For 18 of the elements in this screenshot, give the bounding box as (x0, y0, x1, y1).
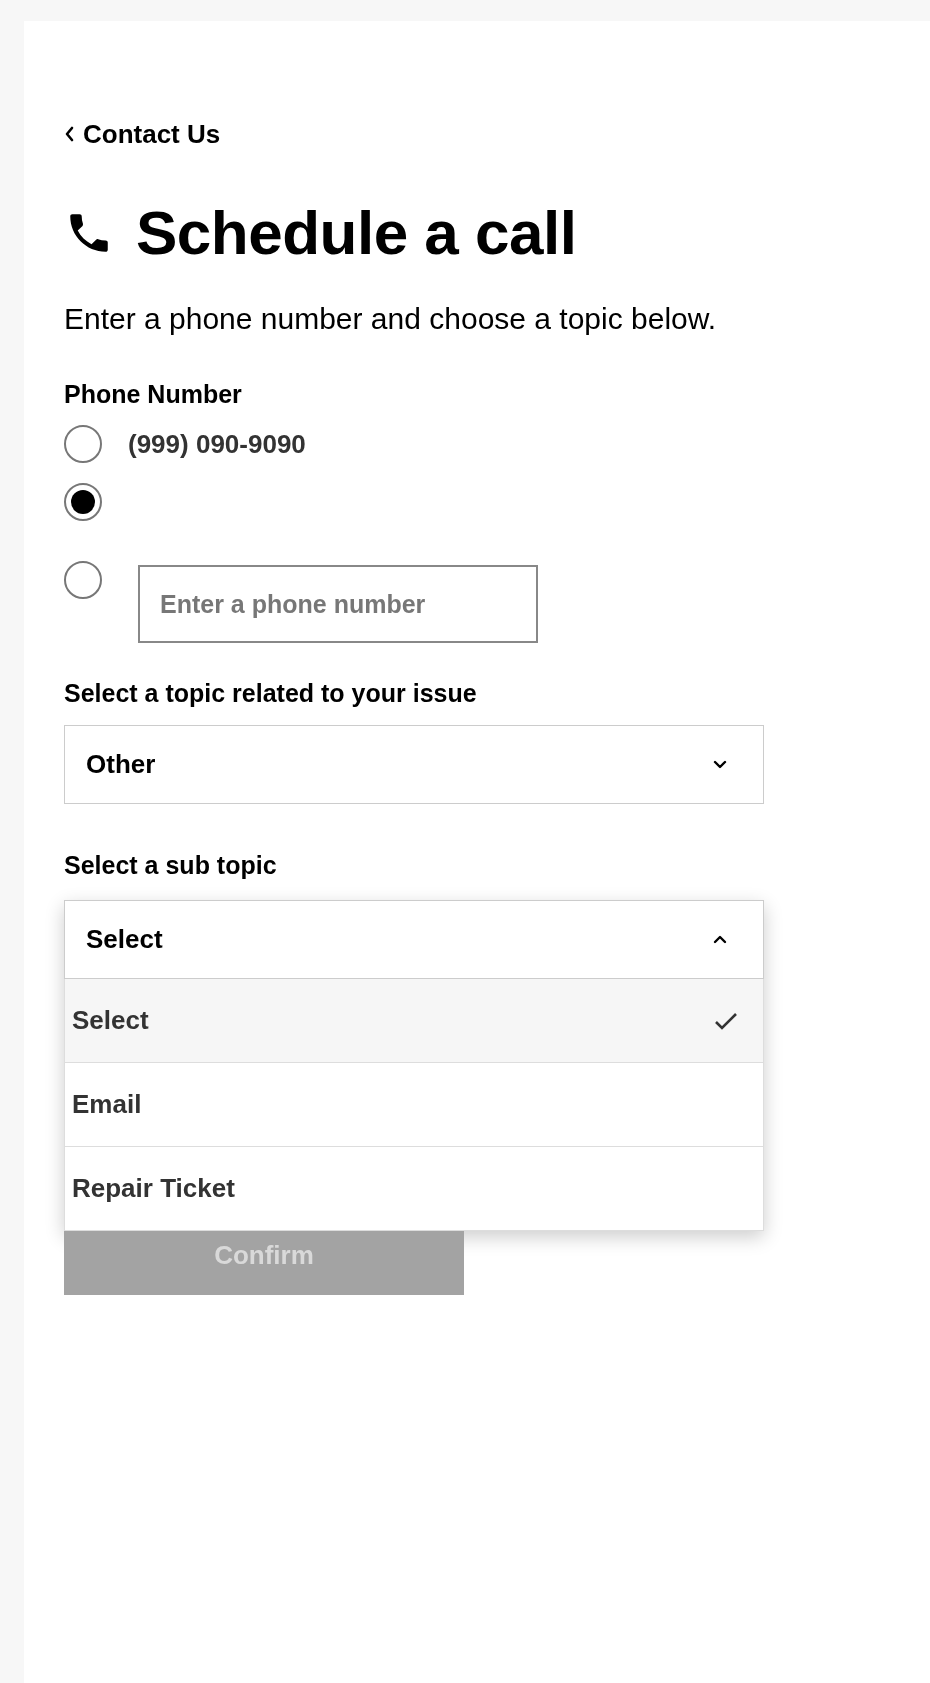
dropdown-option[interactable]: Repair Ticket (64, 1147, 764, 1231)
topic-select[interactable]: Other (64, 724, 764, 804)
radio-button[interactable] (64, 483, 102, 521)
field-label: Select a sub topic (64, 849, 278, 881)
phone-option-label[interactable]: (999) 090-9090 (128, 425, 306, 463)
radio-button[interactable] (64, 425, 102, 463)
radio-button[interactable] (64, 561, 102, 599)
field-label: Select a topic related to your issue (64, 678, 478, 709)
phone-input-field[interactable]: Enter a phone number (138, 565, 538, 643)
chevron-left-icon (64, 126, 75, 142)
field-label: Phone Number (64, 378, 243, 410)
checkmark-icon (714, 1010, 738, 1031)
chevron-up-icon (713, 933, 727, 946)
sub-topic-select[interactable]: Select (64, 900, 764, 979)
intro-text: Enter a phone number and choose a topic below. (64, 301, 718, 337)
dropdown-option[interactable]: Select (64, 979, 764, 1063)
dropdown-option[interactable]: Email (64, 1063, 764, 1147)
page-heading: Schedule a call (136, 202, 577, 264)
